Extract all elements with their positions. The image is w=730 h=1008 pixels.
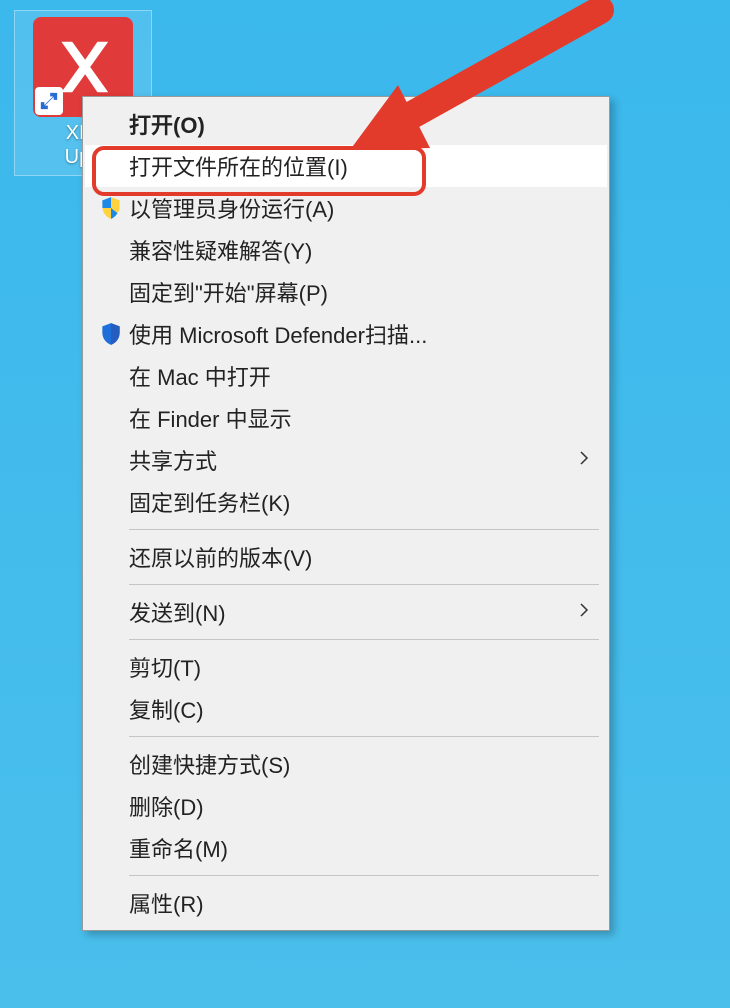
chevron-right-icon: [575, 447, 593, 473]
menu-properties[interactable]: 属性(R): [85, 882, 607, 924]
menu-defender-scan[interactable]: 使用 Microsoft Defender扫描...: [85, 313, 607, 355]
uac-shield-icon: [93, 195, 129, 221]
menu-cut[interactable]: 剪切(T): [85, 646, 607, 688]
menu-pin-to-start[interactable]: 固定到"开始"屏幕(P): [85, 271, 607, 313]
menu-show-in-finder[interactable]: 在 Finder 中显示: [85, 397, 607, 439]
menu-compat-troubleshoot[interactable]: 兼容性疑难解答(Y): [85, 229, 607, 271]
context-menu: 打开(O) 打开文件所在的位置(I) 以管理员身份运行(A) 兼容性疑难解答(Y…: [82, 96, 610, 931]
menu-create-shortcut[interactable]: 创建快捷方式(S): [85, 743, 607, 785]
defender-shield-icon: [93, 321, 129, 347]
menu-pin-to-taskbar[interactable]: 固定到任务栏(K): [85, 481, 607, 523]
menu-send-to[interactable]: 发送到(N): [85, 591, 607, 633]
menu-open-in-mac[interactable]: 在 Mac 中打开: [85, 355, 607, 397]
menu-separator: [129, 584, 599, 585]
chevron-right-icon: [575, 599, 593, 625]
menu-open[interactable]: 打开(O): [85, 103, 607, 145]
shortcut-arrow-icon: [35, 87, 63, 115]
menu-copy[interactable]: 复制(C): [85, 688, 607, 730]
menu-restore-versions[interactable]: 还原以前的版本(V): [85, 536, 607, 578]
menu-share[interactable]: 共享方式: [85, 439, 607, 481]
menu-rename[interactable]: 重命名(M): [85, 827, 607, 869]
menu-separator: [129, 875, 599, 876]
menu-open-file-location[interactable]: 打开文件所在的位置(I): [85, 145, 607, 187]
menu-separator: [129, 639, 599, 640]
menu-separator: [129, 736, 599, 737]
menu-run-as-admin[interactable]: 以管理员身份运行(A): [85, 187, 607, 229]
menu-delete[interactable]: 删除(D): [85, 785, 607, 827]
menu-separator: [129, 529, 599, 530]
